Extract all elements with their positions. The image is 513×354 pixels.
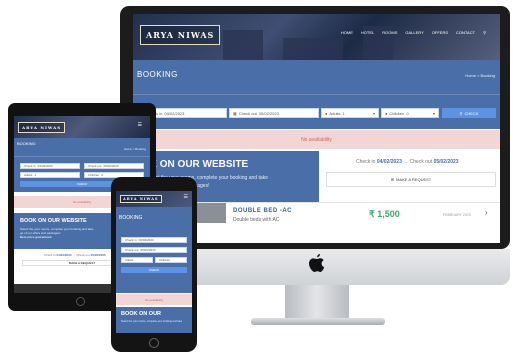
tablet-home-button[interactable] — [76, 297, 85, 306]
phone-menu-icon[interactable]: ☰ — [184, 194, 188, 200]
phone-page-title: BOOKING — [119, 215, 143, 221]
book-heading: OK ON OUR WEBSITE — [142, 159, 249, 170]
calendar-icon: ▦ — [233, 110, 237, 116]
arrow-right-icon: → — [403, 159, 409, 165]
chevron-right-icon[interactable]: › — [485, 208, 488, 217]
tablet-adults-select[interactable]: Adults 1 — [20, 172, 80, 178]
phone-adults-select[interactable]: Adults — [121, 257, 153, 263]
phone-checkin-field[interactable]: Check in 04/02/2023 — [121, 237, 187, 243]
room-price: ₹ 1,500 — [369, 209, 400, 219]
check-button[interactable]: ⚲ CHECK — [442, 108, 496, 118]
phone-logo[interactable]: ARYA NIWAS — [120, 195, 162, 203]
phone-no-availability: No availability — [116, 294, 192, 305]
chevron-down-icon: ▾ — [372, 110, 375, 116]
room-desc: Double beds with AC — [233, 217, 280, 223]
room-period: FEBRUARY 2023 — [443, 213, 471, 217]
tablet-logo[interactable]: ARYA NIWAS — [18, 122, 66, 133]
desktop-logo[interactable]: ARYA NIWAS — [140, 25, 221, 45]
tablet-book-heading: BOOK ON OUR WEBSITE — [20, 218, 87, 224]
user-icon: ● — [325, 110, 328, 116]
no-availability-alert: No availability — [133, 130, 500, 149]
tablet-breadcrumb[interactable]: Home > Booking — [124, 147, 146, 151]
children-select[interactable]: ● Children 0 ▾ — [381, 108, 439, 118]
phone-booking-area: BOOKING Check in 04/02/2023 Check out 05/0… — [116, 207, 192, 293]
nav-offers[interactable]: OFFERS — [432, 30, 448, 35]
phone-book-subtext: Select the your rooms, complete your boo… — [121, 320, 183, 323]
breadcrumb[interactable]: Home > Booking — [465, 73, 495, 78]
tablet-checkout-field[interactable]: Check out 05/02/2023 — [84, 163, 144, 169]
phone-children-select[interactable]: Children — [155, 257, 187, 263]
desktop-nav: HOME HOTEL ROOMS GALLERY OFFERS CONTACT … — [341, 30, 486, 35]
monitor-stand-neck — [285, 285, 349, 319]
nav-rooms[interactable]: ROOMS — [382, 30, 397, 35]
date-summary-panel: Check in 04/02/2023 → Check out 05/02/20… — [319, 151, 500, 202]
desktop-hero-banner: ARYA NIWAS HOME HOTEL ROOMS GALLERY OFFE… — [133, 14, 500, 60]
phone-screen: ARYA NIWAS ☰ BOOKING Check in 04/02/2023 … — [116, 191, 192, 333]
phone-checkout-field[interactable]: Check out 05/02/2023 — [121, 247, 187, 253]
nav-gallery[interactable]: GALLERY — [405, 30, 423, 35]
user-icon: ● — [385, 110, 388, 116]
chevron-down-icon: ▾ — [432, 110, 435, 116]
nav-hotel[interactable]: HOTEL — [361, 30, 374, 35]
tablet-page-title: BOOKING — [17, 141, 36, 146]
phone-hero: ARYA NIWAS ☰ — [116, 191, 192, 207]
desktop-title-band: BOOKING Home > Booking — [133, 60, 500, 94]
nav-home[interactable]: HOME — [341, 30, 353, 35]
page-title: BOOKING — [137, 70, 178, 79]
apple-logo-icon — [309, 254, 325, 272]
desktop-booking-form: ▦ Check in 04/02/2023 ▦ Check out 05/02/… — [133, 94, 500, 129]
phone-book-heading: BOOK ON OUR — [121, 311, 162, 317]
date-summary: Check in 04/02/2023 → Check out 05/02/20… — [356, 159, 459, 165]
phone-book-panel: BOOK ON OUR Select the your rooms, compl… — [116, 307, 192, 333]
monitor-stand-base — [251, 318, 385, 325]
tablet-title-band: BOOKING Home > Booking — [14, 138, 150, 156]
tablet-hero: ARYA NIWAS ☰ — [14, 116, 150, 138]
room-name[interactable]: DOUBLE BED -AC — [233, 208, 292, 214]
search-nav-icon[interactable]: ⚲ — [483, 30, 486, 35]
checkout-field[interactable]: ▦ Check out 05/02/2023 — [229, 108, 319, 118]
menu-icon[interactable]: ☰ — [138, 122, 142, 128]
tablet-checkin-field[interactable]: Check in 04/02/2023 — [20, 163, 80, 169]
adults-select[interactable]: ● Adults 1 ▾ — [321, 108, 379, 118]
search-icon: ⚲ — [459, 110, 463, 116]
phone-check-button[interactable]: CHECK — [121, 267, 187, 273]
nav-contact[interactable]: CONTACT — [456, 30, 475, 35]
tablet-date-summary: Check in 04/02/2023 → Check out 05/02/20… — [44, 253, 106, 257]
mail-icon: ✉ — [390, 177, 395, 182]
phone-home-button[interactable] — [149, 338, 159, 348]
make-request-button[interactable]: ✉ MAKE A REQUEST — [326, 172, 496, 187]
